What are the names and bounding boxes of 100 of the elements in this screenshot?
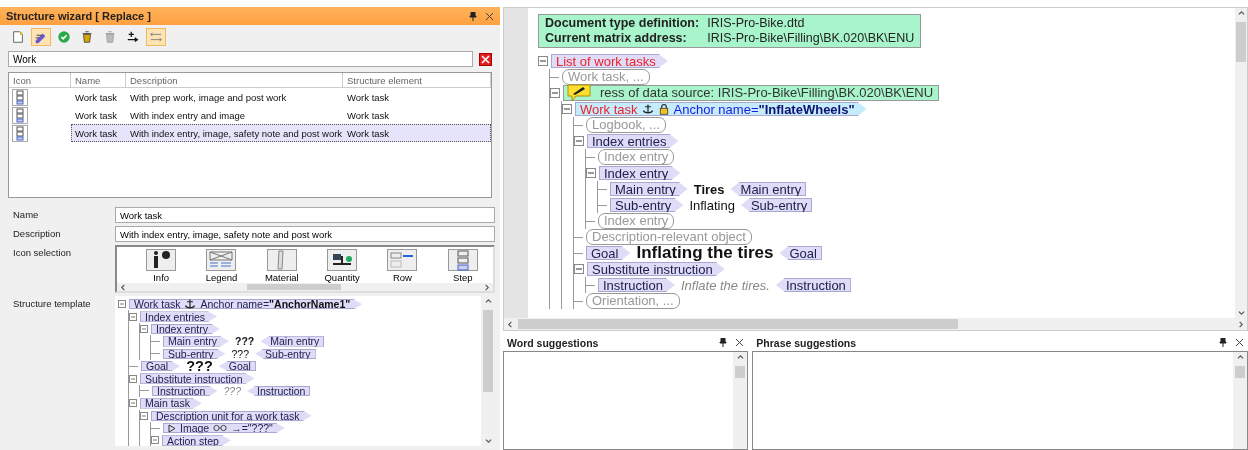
column-header[interactable]: Icon	[9, 73, 71, 88]
element-tag[interactable]: Substitute instruction	[140, 373, 255, 384]
collapse-toggle[interactable]	[118, 300, 126, 309]
icon-option[interactable]: Legend	[191, 247, 252, 283]
table-cell-text: With prep work, image and post work	[129, 90, 288, 105]
table-cell-text: Work task	[346, 108, 391, 123]
trash-icon	[80, 30, 94, 44]
end-tag[interactable]: Sub-entry	[740, 198, 813, 212]
element-tag[interactable]: Sub-entry	[163, 348, 226, 359]
icon-option[interactable]: Quantity	[312, 247, 373, 283]
table-cell-text: Work task	[346, 126, 391, 141]
vertical-scrollbar[interactable]	[481, 296, 495, 446]
description-field[interactable]: With index entry, image, safety note and post work	[115, 226, 495, 242]
collapse-toggle[interactable]	[129, 399, 137, 408]
field-label: Icon selection	[13, 246, 73, 260]
info-value: IRIS-Pro-Bike\Filling\BK.020\BK\ENU	[707, 31, 915, 46]
vertical-scrollbar[interactable]	[1235, 8, 1247, 318]
horizontal-scrollbar[interactable]	[117, 283, 493, 291]
element-tag[interactable]: Description unit for a work task	[151, 410, 312, 421]
collapse-toggle[interactable]	[550, 88, 560, 98]
icon-option[interactable]: Step	[432, 247, 493, 283]
end-tag[interactable]: Sub-entry	[255, 348, 316, 359]
collapse-toggle[interactable]	[562, 104, 572, 114]
collapse-toggle[interactable]	[538, 56, 548, 66]
element-tag[interactable]: Main task	[140, 398, 202, 409]
element-tag[interactable]: Image →="???"	[163, 422, 285, 434]
element-tag[interactable]: Work task Anchor name="AnchorName1"	[129, 299, 363, 310]
scrollbar-thumb[interactable]	[483, 310, 493, 392]
table-row[interactable]: Work task With index entry, image, safety note and post work Work task	[71, 124, 491, 142]
pin-icon	[469, 11, 477, 21]
scrollbar-thumb[interactable]	[1235, 366, 1245, 378]
end-tag[interactable]: Goal	[218, 360, 256, 372]
icon-option[interactable]: Material	[251, 247, 312, 283]
close-button[interactable]	[1235, 338, 1244, 347]
element-tag[interactable]: Instruction	[152, 385, 218, 397]
field-label: Name	[13, 208, 40, 222]
column-header[interactable]: Name	[71, 73, 126, 88]
element-tag[interactable]: Sub-entry	[610, 198, 684, 212]
minus-icon	[153, 438, 157, 443]
vertical-scrollbar[interactable]	[733, 352, 748, 449]
collapse-toggle[interactable]	[129, 312, 137, 321]
horizontal-scrollbar[interactable]	[504, 318, 1247, 330]
new-document-icon	[11, 30, 25, 44]
swap-arrows-icon	[149, 30, 163, 44]
icon-option[interactable]: Info	[131, 247, 192, 283]
table-cell-text: With index entry, image, safety note and post work	[129, 126, 344, 141]
comment-icon[interactable]	[566, 84, 592, 102]
structure-icon	[12, 124, 28, 142]
end-tag[interactable]: Instruction	[775, 278, 851, 292]
element-tag[interactable]: Substitute instruction	[587, 262, 725, 276]
collapse-toggle[interactable]	[574, 136, 584, 146]
element-tag[interactable]: Main entry	[610, 182, 688, 196]
end-tag[interactable]: Main entry	[730, 182, 807, 196]
table-row[interactable]: Work task With index entry and image Work task	[71, 106, 491, 124]
collapse-toggle[interactable]	[586, 168, 596, 178]
element-text: Inflating the tires	[636, 243, 775, 263]
collapse-toggle[interactable]	[151, 436, 159, 445]
checkmark-icon	[57, 30, 71, 44]
icon-option[interactable]: Row	[372, 247, 433, 283]
minus-icon	[564, 106, 570, 112]
end-tag[interactable]: Goal	[779, 246, 822, 260]
close-button[interactable]	[485, 11, 494, 21]
collapse-toggle[interactable]	[140, 411, 148, 420]
element-text: Inflate the tires.	[680, 277, 771, 293]
pin-icon	[1219, 338, 1227, 347]
pin-icon	[719, 338, 728, 347]
element-tag[interactable]: Goal	[141, 360, 181, 372]
table-row[interactable]: Work task With prep work, image and post work Work task	[71, 88, 491, 106]
search-field[interactable]: Work	[8, 51, 473, 67]
scrollbar-thumb[interactable]	[1236, 22, 1246, 62]
element-tag[interactable]: Instruction	[598, 278, 675, 292]
scrollbar-thumb[interactable]	[518, 319, 958, 329]
column-header[interactable]: Structure element	[343, 73, 491, 88]
minus-icon	[131, 314, 135, 319]
element-tag[interactable]: Index entries	[587, 134, 679, 148]
element-tag[interactable]: Action step	[162, 435, 231, 446]
minus-icon	[142, 326, 146, 331]
end-tag[interactable]: Instruction	[247, 385, 311, 397]
close-button[interactable]	[735, 338, 745, 347]
vertical-scrollbar[interactable]	[1233, 352, 1247, 449]
element-tag[interactable]: Goal	[586, 246, 631, 260]
clear-button[interactable]	[479, 52, 492, 66]
element-tag[interactable]: Index entry	[599, 166, 681, 180]
scrollbar-thumb[interactable]	[735, 366, 746, 378]
element-tag[interactable]: Main entry	[163, 336, 230, 347]
collapse-toggle[interactable]	[140, 324, 148, 333]
element-tag[interactable]: Index entries	[140, 311, 218, 322]
column-header[interactable]: Description	[126, 73, 343, 88]
legend-icon	[206, 249, 237, 271]
scrollbar-thumb[interactable]	[247, 284, 341, 290]
element-tag[interactable]: Index entry	[151, 323, 220, 335]
info-icon	[146, 249, 177, 271]
end-tag[interactable]: Main entry	[260, 336, 325, 347]
collapse-toggle[interactable]	[129, 374, 137, 383]
element-tag[interactable]: Work task Anchor name="InflateWheels"	[575, 102, 867, 116]
collapse-toggle[interactable]	[574, 264, 584, 274]
element-text: Tires	[692, 181, 726, 197]
pane-title: Phrase suggestions	[756, 336, 858, 349]
name-field[interactable]: Work task	[115, 207, 495, 223]
field-label: Structure template	[13, 297, 92, 311]
